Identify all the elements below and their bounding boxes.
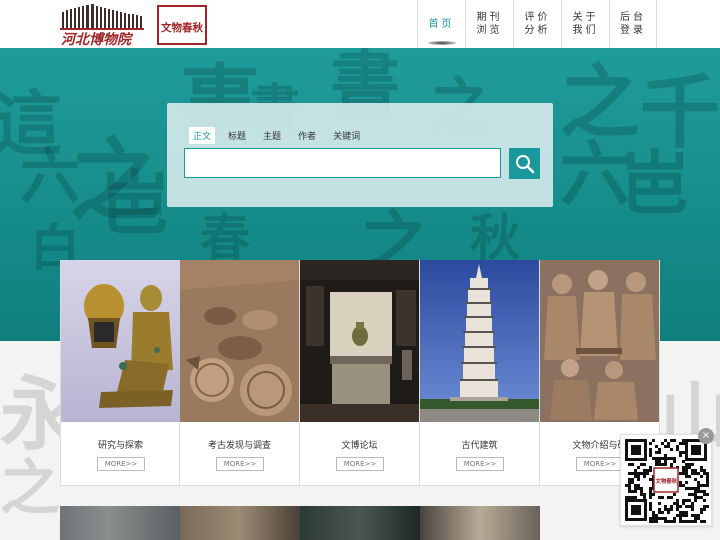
- qr-seal-text: 文物春秋: [656, 477, 678, 485]
- logo-text: 河北博物院: [61, 31, 134, 46]
- strip-image-excavation[interactable]: [180, 506, 300, 540]
- search-tab-subject[interactable]: 主题: [259, 127, 285, 144]
- card-title: 古代建筑: [461, 441, 498, 451]
- card-image-pottery-relief: [180, 260, 299, 422]
- nav-evaluation[interactable]: 评价 分析: [513, 0, 561, 48]
- more-button[interactable]: MORE>>: [456, 457, 504, 471]
- nav-home-label: 首页: [428, 18, 455, 30]
- card-ancient-architecture[interactable]: 古代建筑 MORE>>: [420, 260, 540, 486]
- card-image-gilt-bronze-figure: [61, 260, 180, 422]
- card-title: 考古发现与调查: [207, 441, 271, 451]
- nav-evaluation-line2: 分析: [524, 25, 551, 36]
- nav-about[interactable]: 关于 我们: [561, 0, 609, 48]
- card-image-display-case: [300, 260, 419, 422]
- search-tabs: 正文 标题 主题 作者 关键词: [189, 127, 373, 144]
- qr-code-panel: 文物春秋: [620, 434, 712, 526]
- strip-image-books[interactable]: [300, 506, 420, 540]
- nav-about-line2: 我们: [572, 25, 599, 36]
- lower-brush-stroke: 之: [0, 454, 60, 524]
- card-museum-forum[interactable]: 文博论坛 MORE>>: [300, 260, 420, 486]
- search-panel: 正文 标题 主题 作者 关键词: [167, 103, 553, 207]
- main-nav: 首页 期刊 浏览 评价 分析 关于 我们 后台 登录: [417, 0, 657, 48]
- secondary-image-row: [60, 506, 660, 540]
- nav-admin-line2: 登录: [620, 25, 646, 36]
- card-image-pagoda: [420, 260, 539, 422]
- nav-admin-login[interactable]: 后台 登录: [609, 0, 657, 48]
- more-button[interactable]: MORE>>: [576, 457, 624, 471]
- banner-calligraphy: 岜: [100, 162, 170, 245]
- nav-home[interactable]: 首页: [417, 0, 465, 48]
- strip-image-interior[interactable]: [420, 506, 540, 540]
- card-archaeology[interactable]: 考古发现与调查 MORE>>: [180, 260, 300, 486]
- card-title: 研究与探索: [97, 441, 143, 451]
- nav-evaluation-line1: 评价: [524, 12, 551, 23]
- category-cards: 研究与探索 MORE>> 考古发现与调查 MORE>> 文博论坛 MORE>> …: [60, 260, 660, 486]
- nav-admin-line1: 后台: [620, 12, 646, 23]
- search-tab-keyword[interactable]: 关键词: [329, 127, 364, 144]
- more-button[interactable]: MORE>>: [216, 457, 264, 471]
- nav-journal-line1: 期刊: [476, 12, 503, 23]
- site-logo[interactable]: 河北博物院 文物春秋: [58, 2, 218, 46]
- nav-journal-line2: 浏览: [476, 25, 503, 36]
- qr-code: 文物春秋: [621, 435, 711, 525]
- card-title: 文博论坛: [341, 441, 378, 451]
- search-tab-author[interactable]: 作者: [294, 127, 320, 144]
- qr-close-button[interactable]: ×: [698, 428, 714, 444]
- search-icon: [515, 154, 534, 173]
- search-button[interactable]: [509, 148, 540, 179]
- header: 河北博物院 文物春秋 首页 期刊 浏览 评价 分析 关于 我们 后台 登录: [0, 0, 720, 48]
- seal-text: 文物春秋: [160, 21, 203, 34]
- card-image-relief-carving: [540, 260, 659, 422]
- nav-journal-browse[interactable]: 期刊 浏览: [465, 0, 513, 48]
- search-input[interactable]: [184, 148, 501, 178]
- search-tab-title[interactable]: 标题: [224, 127, 250, 144]
- nav-about-line1: 关于: [572, 12, 599, 23]
- more-button[interactable]: MORE>>: [97, 457, 145, 471]
- strip-image-aerial-site[interactable]: [60, 506, 180, 540]
- more-button[interactable]: MORE>>: [336, 457, 384, 471]
- banner-calligraphy: 岜: [620, 142, 690, 225]
- search-tab-fulltext[interactable]: 正文: [189, 127, 216, 144]
- card-research[interactable]: 研究与探索 MORE>>: [60, 260, 180, 486]
